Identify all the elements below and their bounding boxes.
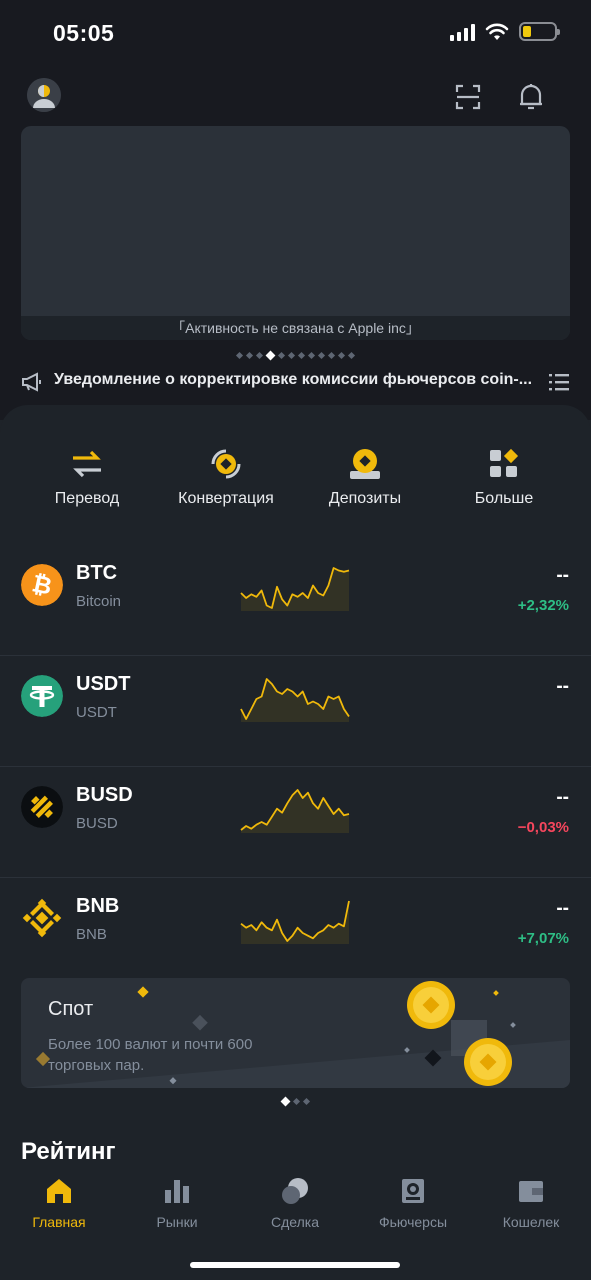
status-icons bbox=[450, 22, 560, 41]
pagination-dot bbox=[245, 351, 254, 360]
list-icon[interactable] bbox=[547, 371, 571, 393]
convert-label: Конвертация bbox=[178, 490, 274, 507]
tab-futures[interactable]: Фьючерсы bbox=[354, 1176, 472, 1230]
transfer-label: Перевод bbox=[54, 490, 120, 507]
pagination-dot bbox=[337, 351, 346, 360]
header bbox=[0, 74, 591, 120]
pagination-dot bbox=[255, 351, 264, 360]
home-indicator bbox=[190, 1262, 400, 1268]
wallet-icon bbox=[519, 1181, 543, 1202]
coin-row-busd[interactable]: BUSD BUSD -- −0,03% bbox=[0, 767, 591, 878]
tab-label: Кошелек bbox=[502, 1214, 560, 1230]
sparkline-area bbox=[241, 568, 349, 611]
promo-text: Более 100 валют и почти 600 торговых пар… bbox=[48, 1036, 253, 1074]
tab-label: Сделка bbox=[271, 1214, 319, 1230]
coin-change: +2,32% bbox=[517, 597, 569, 614]
pagination-dot bbox=[317, 351, 326, 360]
promo-title: Спот bbox=[48, 998, 94, 1020]
trade-icon bbox=[282, 1178, 308, 1204]
scan-icon bbox=[455, 84, 481, 110]
coin-change: −0,03% bbox=[517, 819, 569, 836]
sparkline-chart bbox=[240, 567, 350, 611]
announcement-bar[interactable]: Уведомление о корректировке комиссии фью… bbox=[0, 366, 591, 398]
tab-wallet[interactable]: Кошелек bbox=[472, 1176, 590, 1230]
banner-pagination bbox=[0, 350, 591, 361]
sparkline-chart bbox=[240, 789, 350, 833]
pagination-dot bbox=[297, 351, 306, 360]
signal-icon bbox=[450, 23, 475, 41]
deposit-icon bbox=[350, 449, 380, 479]
futures-icon bbox=[402, 1179, 424, 1203]
bnb-icon bbox=[22, 898, 62, 938]
sparkline-area bbox=[241, 679, 349, 722]
promo-pagination bbox=[0, 1096, 591, 1107]
tab-markets[interactable]: Рынки bbox=[118, 1176, 236, 1230]
coin-price: -- bbox=[556, 898, 569, 919]
convert-icon bbox=[211, 449, 241, 479]
markets-icon bbox=[165, 1180, 189, 1203]
more-label: Больше bbox=[474, 490, 534, 507]
tab-label: Фьючерсы bbox=[378, 1214, 448, 1230]
pagination-dot bbox=[235, 351, 244, 360]
coin-row-bnb[interactable]: BNB BNB -- +7,07% bbox=[0, 878, 591, 989]
status-bar: 05:05 bbox=[0, 0, 591, 68]
battery-icon bbox=[519, 22, 560, 41]
promo-banner[interactable]: 「Активность не связана с Apple inc」 bbox=[21, 126, 570, 340]
quick-actions: Перевод Конвертация Депозиты Больше bbox=[0, 442, 591, 522]
coin-name: Bitcoin bbox=[76, 593, 122, 610]
transfer-button[interactable]: Перевод bbox=[17, 442, 157, 522]
coin-symbol: BTC bbox=[76, 562, 118, 584]
transfer-icon bbox=[73, 450, 101, 478]
tether-icon bbox=[21, 675, 63, 717]
coin-name: BUSD bbox=[76, 815, 118, 832]
pagination-dot bbox=[277, 351, 286, 360]
coin-symbol: BUSD bbox=[76, 784, 133, 806]
tab-label: Главная bbox=[32, 1214, 86, 1230]
sparkline-area bbox=[241, 901, 349, 944]
home-icon bbox=[47, 1179, 71, 1203]
sparkline-chart bbox=[240, 678, 350, 722]
coin-price: -- bbox=[556, 565, 569, 586]
convert-button[interactable]: Конвертация bbox=[156, 442, 296, 522]
pagination-dot bbox=[302, 1097, 311, 1106]
avatar[interactable] bbox=[27, 78, 61, 112]
more-button[interactable]: Больше bbox=[434, 442, 574, 522]
busd-icon bbox=[21, 786, 63, 828]
megaphone-icon bbox=[22, 372, 41, 392]
notifications-button[interactable] bbox=[514, 80, 548, 114]
coin-symbol: BNB bbox=[76, 895, 120, 917]
coin-price: -- bbox=[556, 676, 569, 697]
avatar-icon bbox=[27, 78, 61, 112]
coin-name: BNB bbox=[76, 926, 107, 943]
tab-trade[interactable]: Сделка bbox=[236, 1176, 354, 1230]
pagination-dot bbox=[307, 351, 316, 360]
bitcoin-icon: ₿ bbox=[21, 564, 63, 606]
coin-row-btc[interactable]: ₿ BTC Bitcoin -- +2,32% bbox=[0, 545, 591, 656]
pagination-dot bbox=[265, 350, 276, 361]
pagination-dot bbox=[347, 351, 356, 360]
deposit-label: Депозиты bbox=[328, 490, 402, 507]
coin-change: +7,07% bbox=[517, 930, 569, 947]
pagination-dot bbox=[280, 1096, 291, 1107]
spot-promo-card[interactable]: Спот Более 100 валют и почти 600 торговы… bbox=[21, 978, 570, 1088]
scan-button[interactable] bbox=[451, 80, 485, 114]
coin-price: -- bbox=[556, 787, 569, 808]
tab-label: Рынки bbox=[156, 1214, 198, 1230]
sparkline-chart bbox=[240, 900, 350, 944]
pagination-dot bbox=[287, 351, 296, 360]
announcement-text: Уведомление о корректировке комиссии фью… bbox=[54, 371, 533, 388]
pagination-dot bbox=[327, 351, 336, 360]
banner-caption: 「Активность не связана с Apple inc」 bbox=[21, 316, 570, 340]
coin-symbol: USDT bbox=[76, 673, 131, 695]
coin-row-usdt[interactable]: USDT USDT -- bbox=[0, 656, 591, 767]
wifi-icon bbox=[485, 23, 509, 40]
status-time: 05:05 bbox=[53, 20, 115, 46]
deposit-button[interactable]: Депозиты bbox=[295, 442, 435, 522]
rating-title: Рейтинг bbox=[21, 1138, 116, 1165]
tab-home[interactable]: Главная bbox=[0, 1176, 118, 1230]
more-icon bbox=[490, 448, 519, 477]
pagination-dot bbox=[292, 1097, 301, 1106]
bell-icon bbox=[520, 84, 542, 110]
coin-name: USDT bbox=[76, 704, 117, 721]
